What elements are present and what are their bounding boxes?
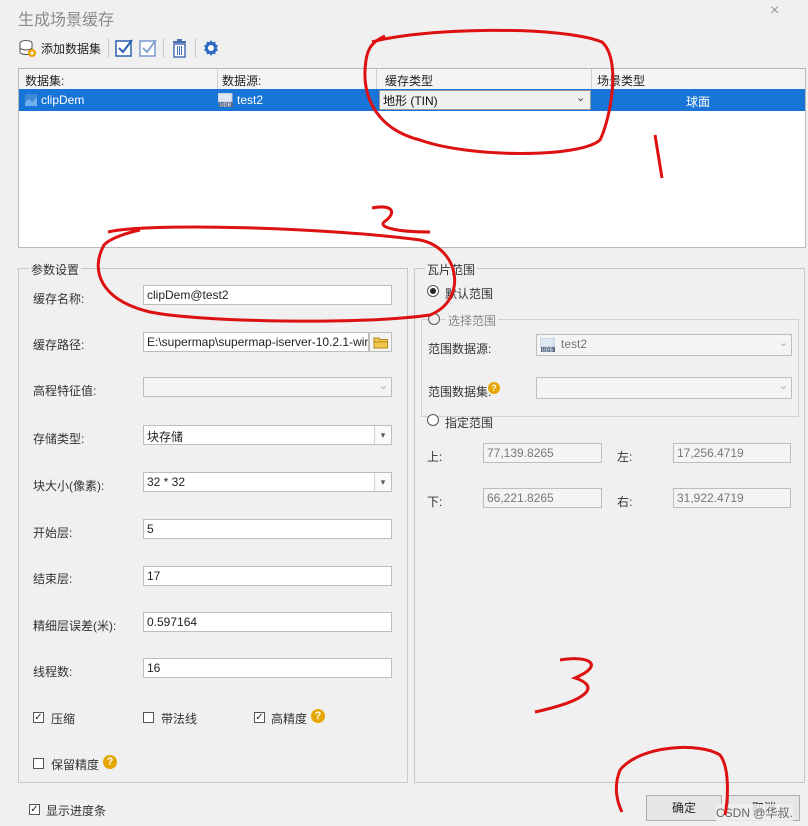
annotation-line-2	[371, 205, 431, 234]
annotation-circle-1	[363, 28, 615, 155]
annotation-circle-ok	[614, 745, 729, 816]
annotation-overlay	[96, 28, 729, 816]
annotation-line-1	[653, 134, 664, 179]
dialog: 生成场景缓存 × 添加数据集 数据集: 数据源: 缓存类型 场景类型 clipD…	[0, 0, 808, 826]
annotation-circle-2	[96, 225, 457, 323]
annotation-line-3	[534, 657, 593, 714]
